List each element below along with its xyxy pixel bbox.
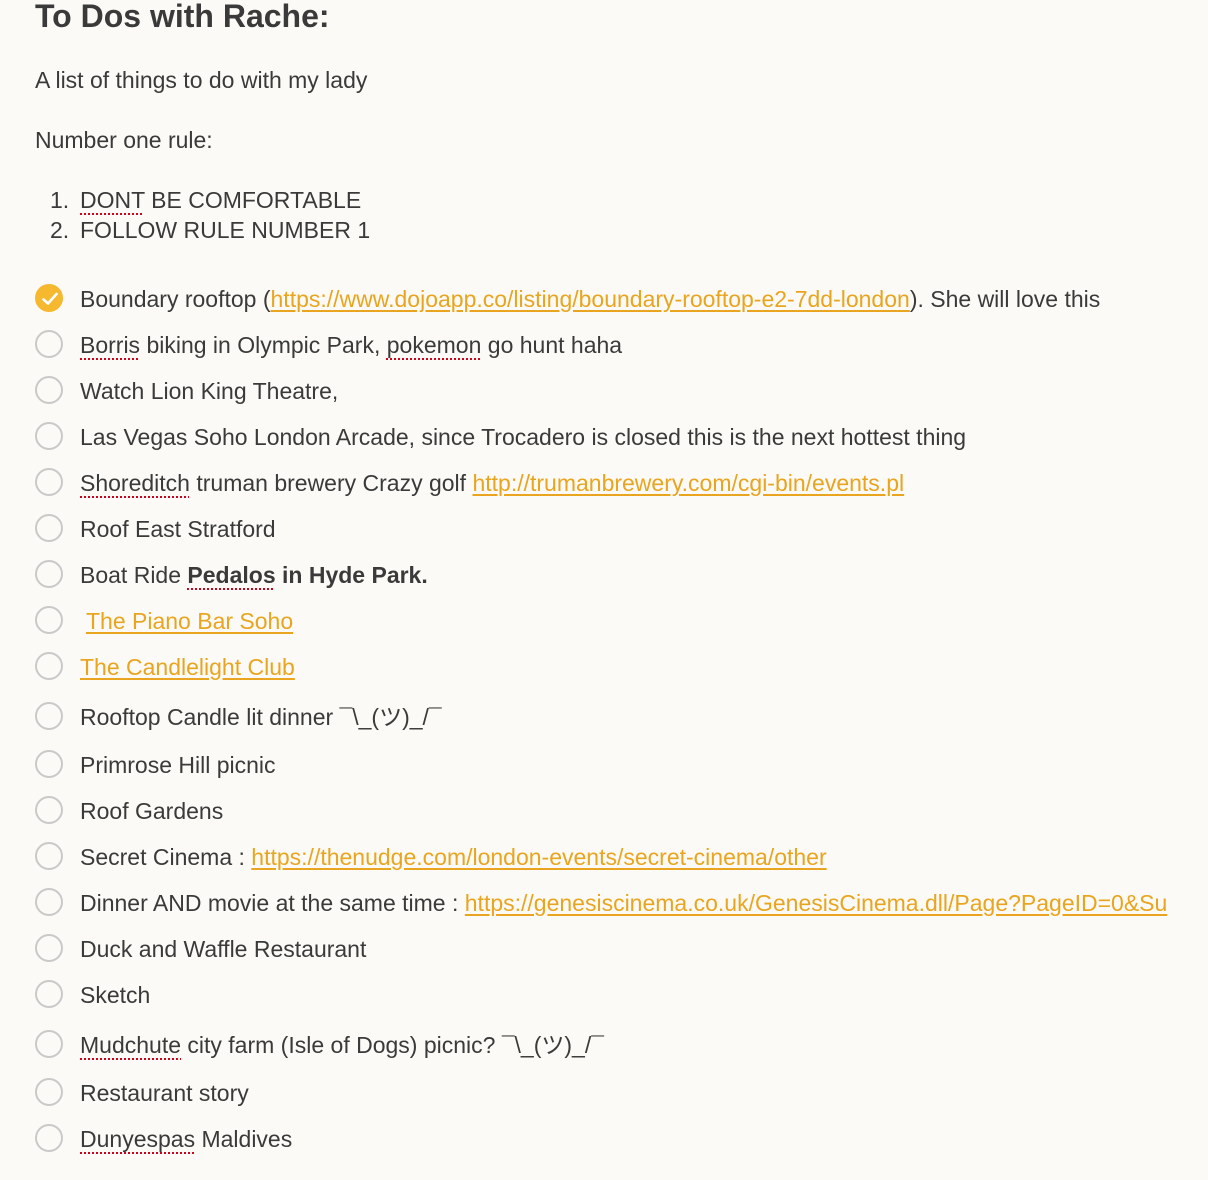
rule-number: 1.	[50, 187, 70, 213]
todo-item: Borris biking in Olympic Park, pokemon g…	[35, 330, 1208, 362]
empty-circle-icon[interactable]	[35, 842, 63, 870]
misspelled-word[interactable]: Dunyespas	[80, 1126, 195, 1152]
misspelled-word[interactable]: Shoreditch	[80, 470, 190, 496]
todo-text: Primrose Hill picnic	[80, 752, 276, 778]
todo-link[interactable]: The Piano Bar Soho	[86, 608, 293, 634]
todo-text: Sketch	[80, 982, 151, 1008]
todo-item: Secret Cinema : https://thenudge.com/lon…	[35, 842, 1208, 874]
misspelled-word[interactable]: Mudchute	[80, 1032, 181, 1058]
empty-circle-icon[interactable]	[35, 934, 63, 962]
todo-item: Boat Ride Pedalos in Hyde Park.	[35, 560, 1208, 592]
rule-item: 1. DONT BE COMFORTABLE	[50, 185, 370, 215]
todo-link[interactable]: The Candlelight Club	[80, 654, 295, 680]
empty-circle-icon[interactable]	[35, 422, 63, 450]
page-title: To Dos with Rache:	[35, 0, 330, 34]
rule-item: 2. FOLLOW RULE NUMBER 1	[50, 215, 370, 245]
todo-text: The Piano Bar Soho	[86, 606, 293, 636]
todo-text: Dinner AND movie at the same time : http…	[80, 890, 1168, 916]
todo-item: Mudchute city farm (Isle of Dogs) picnic…	[35, 1030, 1208, 1062]
empty-circle-icon[interactable]	[35, 1030, 63, 1058]
todo-item: Las Vegas Soho London Arcade, since Troc…	[35, 422, 1208, 454]
todo-link[interactable]: http://trumanbrewery.com/cgi-bin/events.…	[472, 470, 904, 496]
empty-circle-icon[interactable]	[35, 1078, 63, 1106]
todo-item: Rooftop Candle lit dinner ¯\_(ツ)_/¯	[35, 702, 1208, 734]
todo-text: Las Vegas Soho London Arcade, since Troc…	[80, 424, 967, 450]
misspelled-word[interactable]: Borris	[80, 332, 140, 358]
rule-text: FOLLOW RULE NUMBER 1	[80, 217, 371, 243]
todo-text: Boat Ride Pedalos in Hyde Park.	[80, 562, 428, 588]
todo-item: Sketch	[35, 980, 1208, 1012]
empty-circle-icon[interactable]	[35, 606, 63, 634]
todo-item: Duck and Waffle Restaurant	[35, 934, 1208, 966]
todo-text: Dunyespas Maldives	[80, 1126, 293, 1152]
todo-item: The Candlelight Club	[35, 652, 1208, 684]
todo-text: Roof Gardens	[80, 798, 224, 824]
misspelled-word[interactable]: DONT	[80, 187, 145, 213]
empty-circle-icon[interactable]	[35, 1124, 63, 1152]
todo-text: Roof East Stratford	[80, 516, 276, 542]
todo-text: Mudchute city farm (Isle of Dogs) picnic…	[80, 1032, 604, 1058]
todo-text: Duck and Waffle Restaurant	[80, 936, 367, 962]
empty-circle-icon[interactable]	[35, 796, 63, 824]
todo-link[interactable]: https://thenudge.com/london-events/secre…	[251, 844, 826, 870]
todo-item: Boundary rooftop (https://www.dojoapp.co…	[35, 284, 1208, 316]
todo-item: Roof East Stratford	[35, 514, 1208, 546]
empty-circle-icon[interactable]	[35, 702, 63, 730]
todo-link[interactable]: https://www.dojoapp.co/listing/boundary-…	[271, 286, 910, 312]
intro-text: A list of things to do with my lady	[35, 67, 368, 93]
todo-item: The Piano Bar Soho	[35, 606, 1208, 638]
todo-text: Borris biking in Olympic Park, pokemon g…	[80, 332, 623, 358]
todo-text: The Candlelight Club	[80, 652, 295, 682]
todo-item: Roof Gardens	[35, 796, 1208, 828]
rule-heading: Number one rule:	[35, 127, 213, 153]
todo-item: Shoreditch truman brewery Crazy golf htt…	[35, 468, 1208, 500]
todo-text: Secret Cinema : https://thenudge.com/lon…	[80, 844, 827, 870]
todo-item: Dinner AND movie at the same time : http…	[35, 888, 1208, 920]
note-page: To Dos with Rache: A list of things to d…	[0, 0, 1208, 1180]
todo-text: Rooftop Candle lit dinner ¯\_(ツ)_/¯	[80, 704, 442, 730]
empty-circle-icon[interactable]	[35, 888, 63, 916]
todo-item: Primrose Hill picnic	[35, 750, 1208, 782]
todo-item: Watch Lion King Theatre,	[35, 376, 1208, 408]
misspelled-word[interactable]: Pedalos	[187, 562, 275, 588]
empty-circle-icon[interactable]	[35, 560, 63, 588]
empty-circle-icon[interactable]	[35, 980, 63, 1008]
empty-circle-icon[interactable]	[35, 514, 63, 542]
todo-item: Dunyespas Maldives	[35, 1124, 1208, 1156]
rule-text: BE COMFORTABLE	[144, 187, 362, 213]
todo-text: Watch Lion King Theatre,	[80, 378, 339, 404]
checkmark-circle-icon[interactable]	[35, 284, 63, 312]
rules-list: 1. DONT BE COMFORTABLE 2. FOLLOW RULE NUMB…	[50, 185, 370, 245]
todo-text: Boundary rooftop (https://www.dojoapp.co…	[80, 286, 1101, 312]
empty-circle-icon[interactable]	[35, 376, 63, 404]
todo-text: Shoreditch truman brewery Crazy golf htt…	[80, 470, 905, 496]
empty-circle-icon[interactable]	[35, 330, 63, 358]
empty-circle-icon[interactable]	[35, 468, 63, 496]
todo-text: Restaurant story	[80, 1080, 249, 1106]
todo-link[interactable]: https://genesiscinema.co.uk/GenesisCinem…	[465, 890, 1168, 916]
empty-circle-icon[interactable]	[35, 652, 63, 680]
misspelled-word[interactable]: pokemon	[387, 332, 482, 358]
rule-number: 2.	[50, 217, 70, 243]
empty-circle-icon[interactable]	[35, 750, 63, 778]
todo-item: Restaurant story	[35, 1078, 1208, 1110]
